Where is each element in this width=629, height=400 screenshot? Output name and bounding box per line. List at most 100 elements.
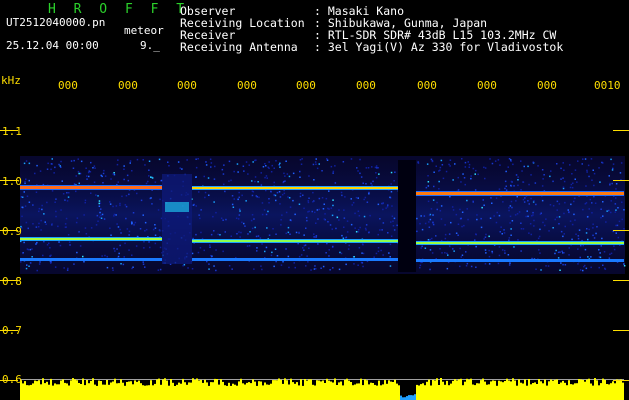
noise-speckle: [439, 210, 442, 212]
noise-speckle: [299, 170, 301, 173]
noise-speckle: [208, 194, 210, 196]
noise-speckle: [618, 220, 621, 223]
noise-speckle: [498, 214, 501, 217]
level-bar: [454, 379, 456, 400]
noise-speckle: [101, 255, 103, 257]
level-bar: [546, 385, 548, 400]
noise-speckle: [510, 228, 512, 230]
noise-speckle: [357, 197, 359, 199]
noise-speckle: [389, 265, 392, 267]
noise-speckle: [505, 185, 507, 187]
noise-speckle: [419, 222, 421, 225]
noise-speckle: [483, 204, 485, 206]
level-bar: [418, 385, 420, 400]
noise-speckle: [563, 252, 565, 254]
level-bar: [374, 384, 376, 400]
noise-speckle: [552, 227, 554, 229]
noise-speckle: [509, 222, 511, 224]
level-bar: [364, 379, 366, 400]
antenna-value: : 3el Yagi(V) Az 330 for Vladivostok: [314, 40, 564, 54]
noise-speckle: [300, 254, 303, 256]
noise-speckle: [522, 181, 525, 183]
noise-speckle: [428, 221, 430, 223]
level-bar: [340, 381, 342, 400]
noise-speckle: [151, 176, 153, 179]
noise-speckle: [50, 168, 52, 171]
noise-speckle: [278, 191, 281, 193]
noise-speckle: [530, 174, 532, 176]
noise-speckle: [60, 166, 62, 168]
noise-speckle: [547, 265, 550, 267]
noise-speckle: [357, 170, 359, 172]
noise-speckle: [237, 198, 239, 201]
level-bar: [614, 383, 616, 400]
noise-speckle: [21, 206, 23, 208]
noise-speckle: [329, 269, 331, 271]
noise-speckle: [495, 197, 498, 199]
noise-speckle: [461, 254, 464, 256]
noise-speckle: [285, 248, 287, 250]
noise-speckle: [279, 196, 282, 198]
level-bar: [202, 382, 204, 400]
noise-speckle: [510, 160, 512, 162]
level-bar: [466, 378, 468, 400]
noise-speckle: [76, 251, 78, 254]
level-bar: [334, 378, 336, 400]
noise-speckle: [541, 169, 544, 171]
noise-speckle: [532, 211, 534, 214]
noise-speckle: [288, 266, 290, 269]
level-bars: [20, 378, 624, 400]
noise-speckle: [464, 166, 467, 168]
level-bar: [224, 385, 226, 400]
noise-speckle: [540, 269, 542, 271]
noise-speckle: [93, 181, 96, 183]
noise-speckle: [571, 186, 574, 189]
noise-speckle: [287, 196, 289, 198]
noise-speckle: [615, 232, 617, 234]
noise-speckle: [571, 173, 573, 175]
noise-speckle: [232, 206, 235, 208]
noise-speckle: [574, 219, 576, 221]
noise-speckle: [362, 265, 364, 268]
level-bar: [550, 379, 552, 400]
level-bar: [620, 379, 622, 400]
level-bar: [438, 385, 440, 400]
signal-gap: [398, 160, 416, 272]
noise-speckle: [356, 167, 358, 169]
noise-speckle: [390, 221, 392, 223]
level-bar: [264, 382, 266, 400]
noise-speckle: [429, 238, 431, 241]
noise-speckle: [560, 167, 562, 170]
noise-speckle: [54, 201, 56, 203]
noise-speckle: [439, 166, 442, 169]
noise-speckle: [438, 188, 440, 190]
noise-speckle: [32, 223, 34, 225]
noise-speckle: [548, 230, 550, 232]
noise-speckle: [328, 255, 330, 257]
noise-speckle: [131, 170, 133, 172]
noise-speckle: [237, 171, 239, 173]
noise-speckle: [515, 200, 517, 202]
level-bar: [190, 382, 192, 400]
noise-speckle: [467, 161, 469, 163]
level-bar: [98, 380, 100, 400]
noise-speckle: [238, 208, 241, 211]
noise-speckle: [474, 239, 476, 241]
noise-speckle: [312, 163, 315, 166]
noise-speckle: [257, 235, 260, 237]
level-bar: [104, 384, 106, 400]
noise-speckle: [38, 263, 41, 265]
noise-speckle: [616, 224, 619, 227]
noise-speckle: [459, 247, 461, 250]
level-bar: [398, 385, 400, 400]
noise-speckle: [382, 254, 384, 256]
level-bar: [70, 380, 72, 400]
noise-speckle: [197, 251, 200, 254]
noise-speckle: [336, 216, 339, 219]
level-bar: [352, 385, 354, 400]
noise-speckle: [109, 203, 112, 205]
noise-speckle: [577, 237, 580, 240]
noise-speckle: [466, 262, 469, 265]
noise-speckle: [140, 199, 143, 202]
noise-speckle: [31, 256, 33, 258]
